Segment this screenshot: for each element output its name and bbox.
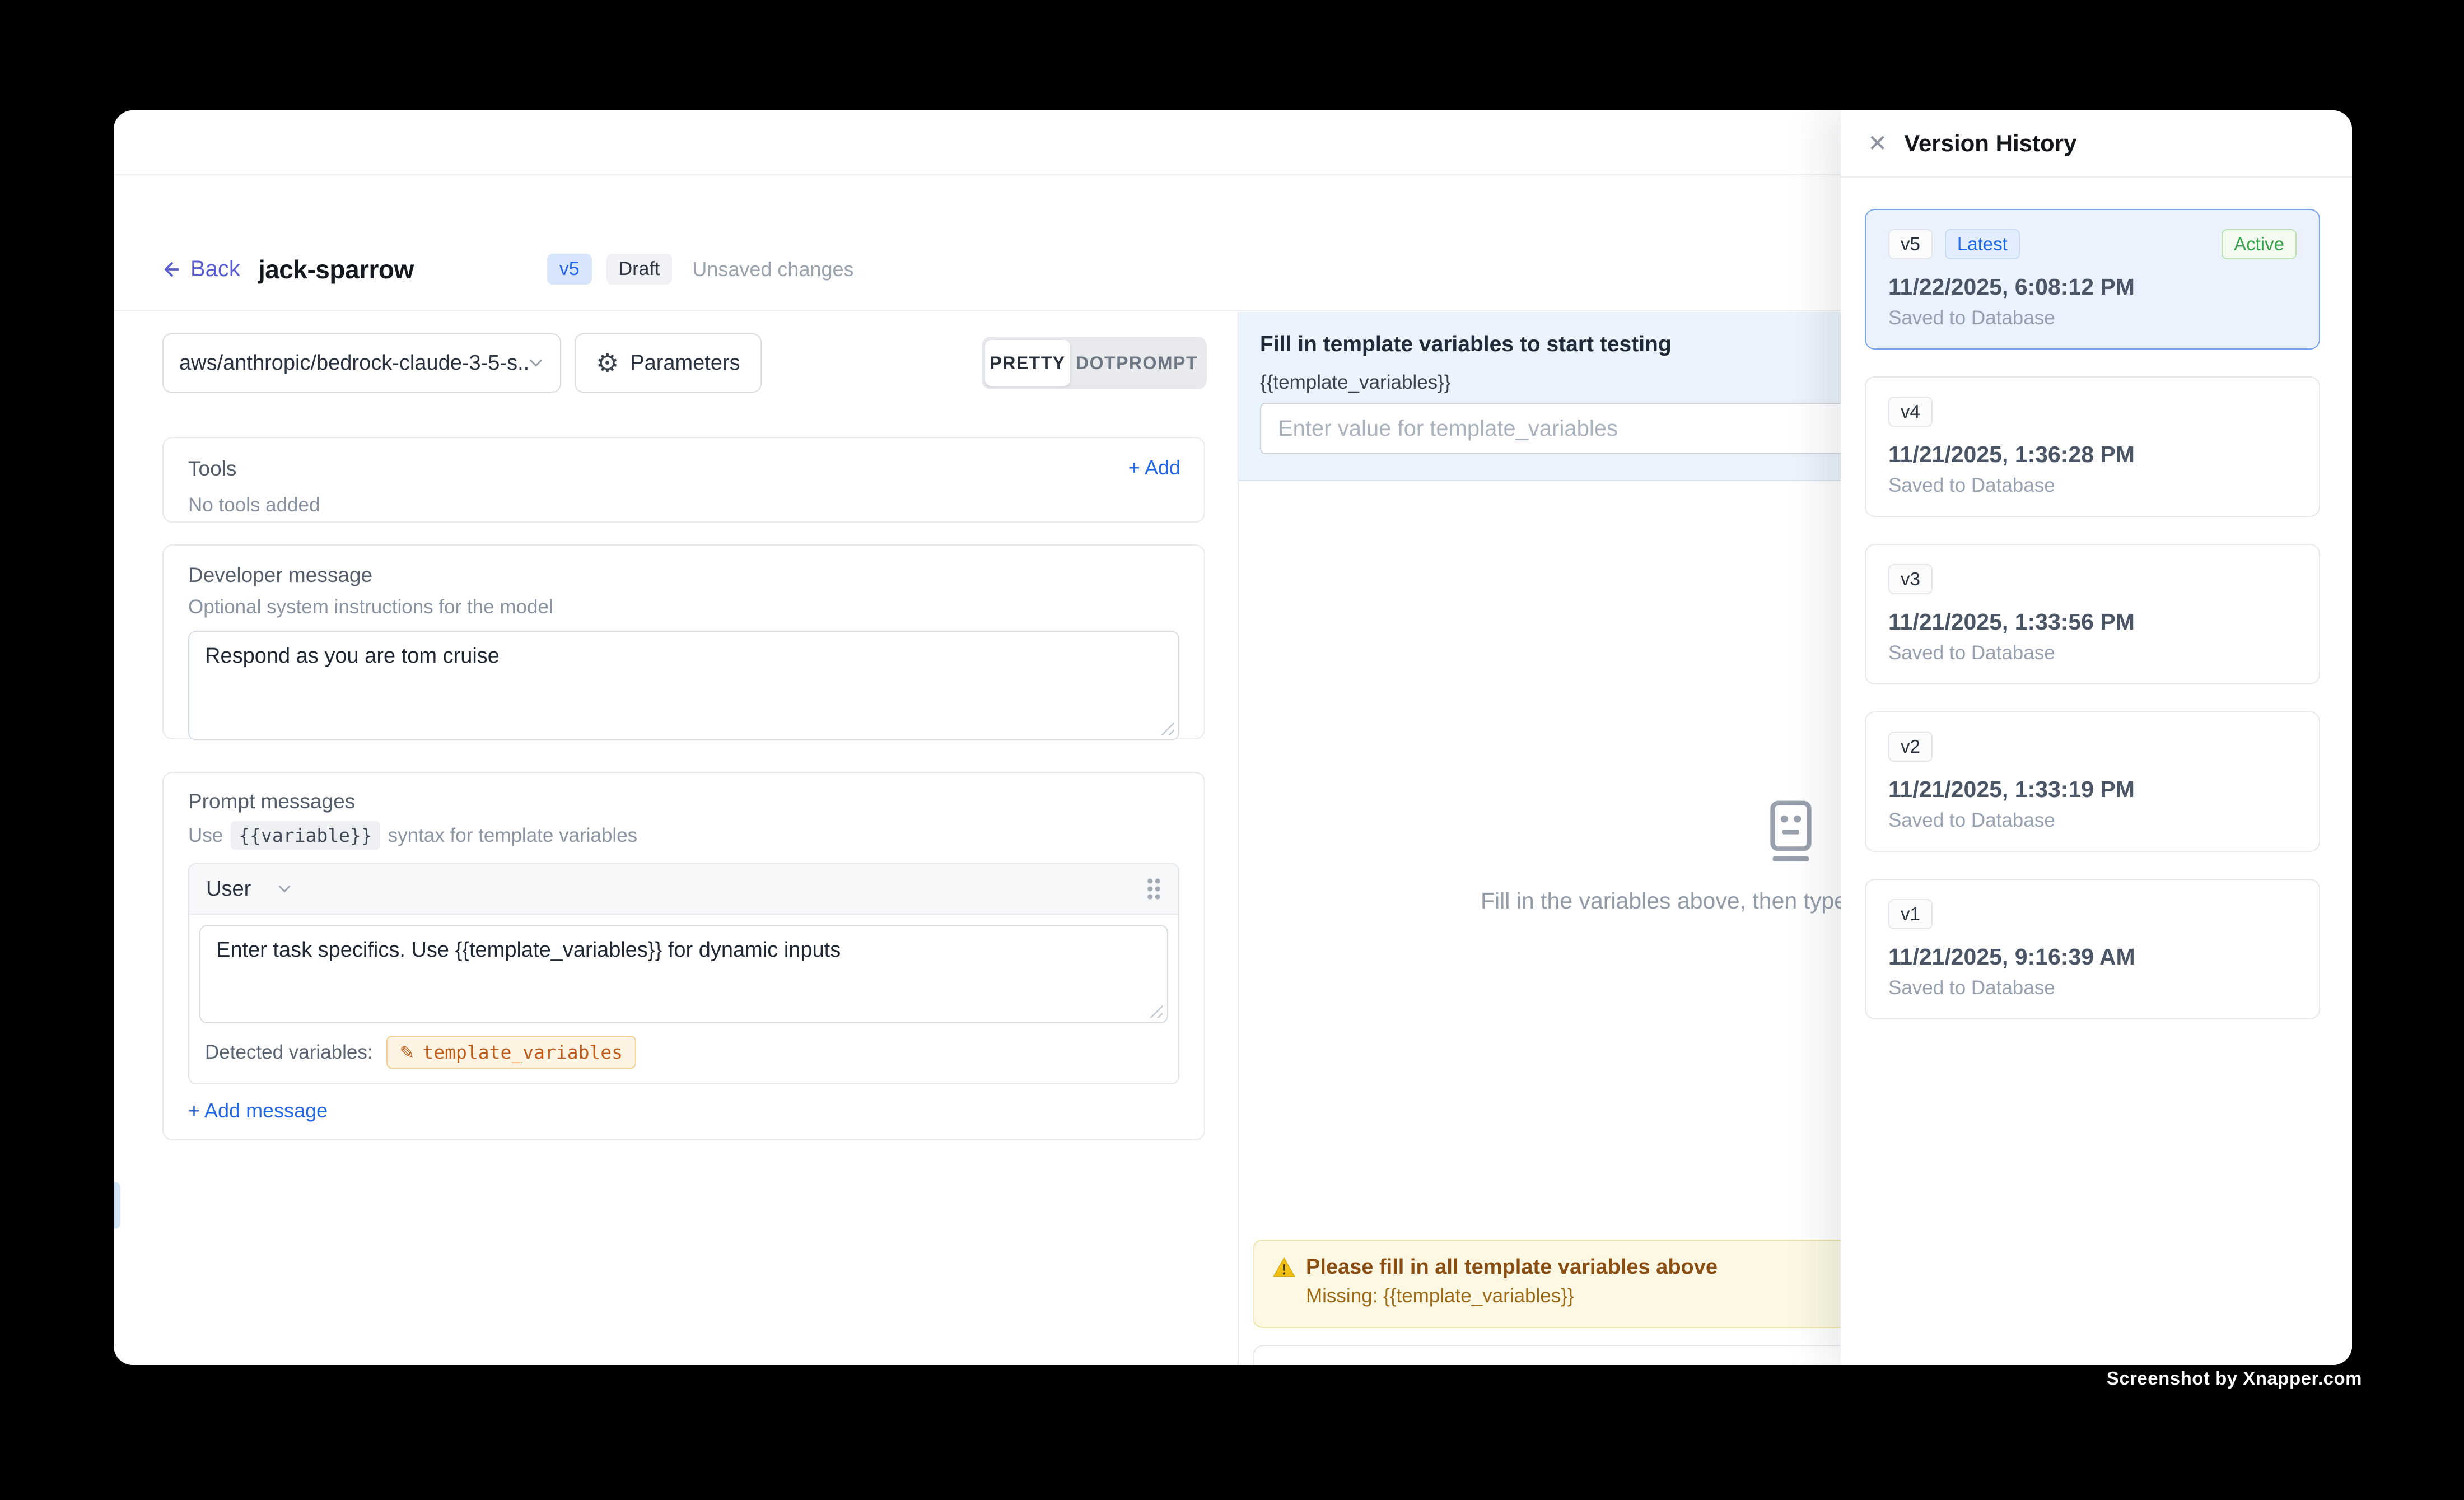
toggle-dotprompt[interactable]: DOTPROMPT bbox=[1070, 340, 1203, 386]
role-value: User bbox=[206, 877, 251, 901]
version-card-v5[interactable]: v5 Latest Active 11/22/2025, 6:08:12 PM … bbox=[1865, 209, 2320, 350]
version-source: Saved to Database bbox=[1888, 642, 2297, 664]
role-selector[interactable]: User bbox=[206, 877, 292, 901]
active-badge: Active bbox=[2222, 229, 2297, 259]
bot-icon bbox=[1763, 799, 1819, 864]
app-window: Back jack-sparrow v5 Draft Unsaved chang… bbox=[114, 110, 2352, 1365]
gear-icon: ⚙ bbox=[596, 350, 619, 376]
toggle-pretty[interactable]: PRETTY bbox=[985, 340, 1070, 386]
version-timestamp: 11/22/2025, 6:08:12 PM bbox=[1888, 274, 2297, 300]
detected-variables-row: Detected variables: ✎ template_variables bbox=[189, 1023, 1178, 1083]
version-card-v1[interactable]: v1 11/21/2025, 9:16:39 AM Saved to Datab… bbox=[1865, 879, 2320, 1019]
version-number-badge: v2 bbox=[1888, 732, 1933, 762]
message-block: User Enter task specifics. Use {{templat… bbox=[188, 863, 1179, 1084]
parameters-button[interactable]: ⚙ Parameters bbox=[575, 333, 762, 393]
prompt-messages-title: Prompt messages bbox=[188, 790, 1179, 813]
version-source: Saved to Database bbox=[1888, 809, 2297, 832]
draft-badge: Draft bbox=[606, 254, 673, 285]
version-badge: v5 bbox=[547, 254, 592, 285]
tools-title: Tools bbox=[188, 457, 236, 480]
version-source: Saved to Database bbox=[1888, 977, 2297, 999]
version-number-badge: v3 bbox=[1888, 564, 1933, 594]
close-icon[interactable]: ✕ bbox=[1868, 132, 1887, 155]
prompt-messages-hint: Use {{variable}} syntax for template var… bbox=[188, 821, 1179, 850]
hint-code: {{variable}} bbox=[231, 821, 380, 850]
variable-chip[interactable]: ✎ template_variables bbox=[386, 1036, 636, 1069]
version-history-header: ✕ Version History bbox=[1841, 110, 2352, 178]
detected-variables-label: Detected variables: bbox=[205, 1041, 373, 1064]
version-list: v5 Latest Active 11/22/2025, 6:08:12 PM … bbox=[1865, 209, 2320, 1019]
pencil-icon: ✎ bbox=[400, 1042, 415, 1063]
latest-badge: Latest bbox=[1945, 229, 2020, 259]
watermark-text: Screenshot by Xnapper.com bbox=[2107, 1368, 2362, 1389]
chevron-down-icon bbox=[528, 355, 544, 371]
hint-prefix: Use bbox=[188, 824, 223, 847]
unsaved-changes-text: Unsaved changes bbox=[692, 258, 853, 281]
arrow-left-icon bbox=[161, 259, 183, 280]
warning-icon bbox=[1272, 1256, 1296, 1279]
version-history-panel: ✕ Version History v5 Latest Active 11/22… bbox=[1841, 110, 2352, 1365]
version-card-v2[interactable]: v2 11/21/2025, 1:33:19 PM Saved to Datab… bbox=[1865, 711, 2320, 852]
version-card-v3[interactable]: v3 11/21/2025, 1:33:56 PM Saved to Datab… bbox=[1865, 544, 2320, 684]
version-history-title: Version History bbox=[1904, 130, 2076, 157]
model-selector-value: aws/anthropic/bedrock-claude-3-5-s... bbox=[179, 351, 528, 375]
version-card-v4[interactable]: v4 11/21/2025, 1:36:28 PM Saved to Datab… bbox=[1865, 376, 2320, 517]
version-timestamp: 11/21/2025, 1:33:19 PM bbox=[1888, 776, 2297, 803]
version-source: Saved to Database bbox=[1888, 307, 2297, 329]
developer-message-subtitle: Optional system instructions for the mod… bbox=[188, 596, 1179, 618]
parameters-label: Parameters bbox=[630, 351, 740, 375]
prompt-messages-section: Prompt messages Use {{variable}} syntax … bbox=[162, 772, 1205, 1140]
version-timestamp: 11/21/2025, 1:33:56 PM bbox=[1888, 609, 2297, 635]
version-number-badge: v4 bbox=[1888, 397, 1933, 427]
view-mode-toggle: PRETTY DOTPROMPT bbox=[982, 337, 1207, 389]
version-number-badge: v5 bbox=[1888, 229, 1933, 259]
page-title: jack-sparrow bbox=[258, 254, 414, 285]
model-selector[interactable]: aws/anthropic/bedrock-claude-3-5-s... bbox=[162, 333, 561, 393]
version-timestamp: 11/21/2025, 9:16:39 AM bbox=[1888, 944, 2297, 970]
add-message-button[interactable]: + Add message bbox=[188, 1099, 328, 1122]
add-tool-button[interactable]: + Add bbox=[1128, 456, 1180, 479]
version-timestamp: 11/21/2025, 1:36:28 PM bbox=[1888, 441, 2297, 468]
message-header: User bbox=[189, 864, 1178, 915]
version-source: Saved to Database bbox=[1888, 474, 2297, 497]
warning-title: Please fill in all template variables ab… bbox=[1306, 1255, 1718, 1279]
developer-message-title: Developer message bbox=[188, 563, 1179, 587]
version-number-badge: v1 bbox=[1888, 899, 1933, 929]
edge-peek-element bbox=[114, 1182, 120, 1229]
back-label: Back bbox=[190, 257, 240, 282]
developer-message-input[interactable]: Respond as you are tom cruise bbox=[188, 631, 1179, 740]
chevron-down-icon bbox=[277, 881, 292, 897]
variable-chip-label: template_variables bbox=[422, 1041, 623, 1063]
hint-suffix: syntax for template variables bbox=[388, 824, 637, 847]
drag-handle-icon[interactable] bbox=[1146, 877, 1161, 901]
tools-empty-text: No tools added bbox=[188, 494, 1179, 516]
message-content-input[interactable]: Enter task specifics. Use {{template_var… bbox=[199, 925, 1168, 1023]
tools-section: Tools + Add No tools added bbox=[162, 437, 1205, 523]
developer-message-section: Developer message Optional system instru… bbox=[162, 544, 1205, 739]
back-button[interactable]: Back bbox=[161, 257, 240, 282]
